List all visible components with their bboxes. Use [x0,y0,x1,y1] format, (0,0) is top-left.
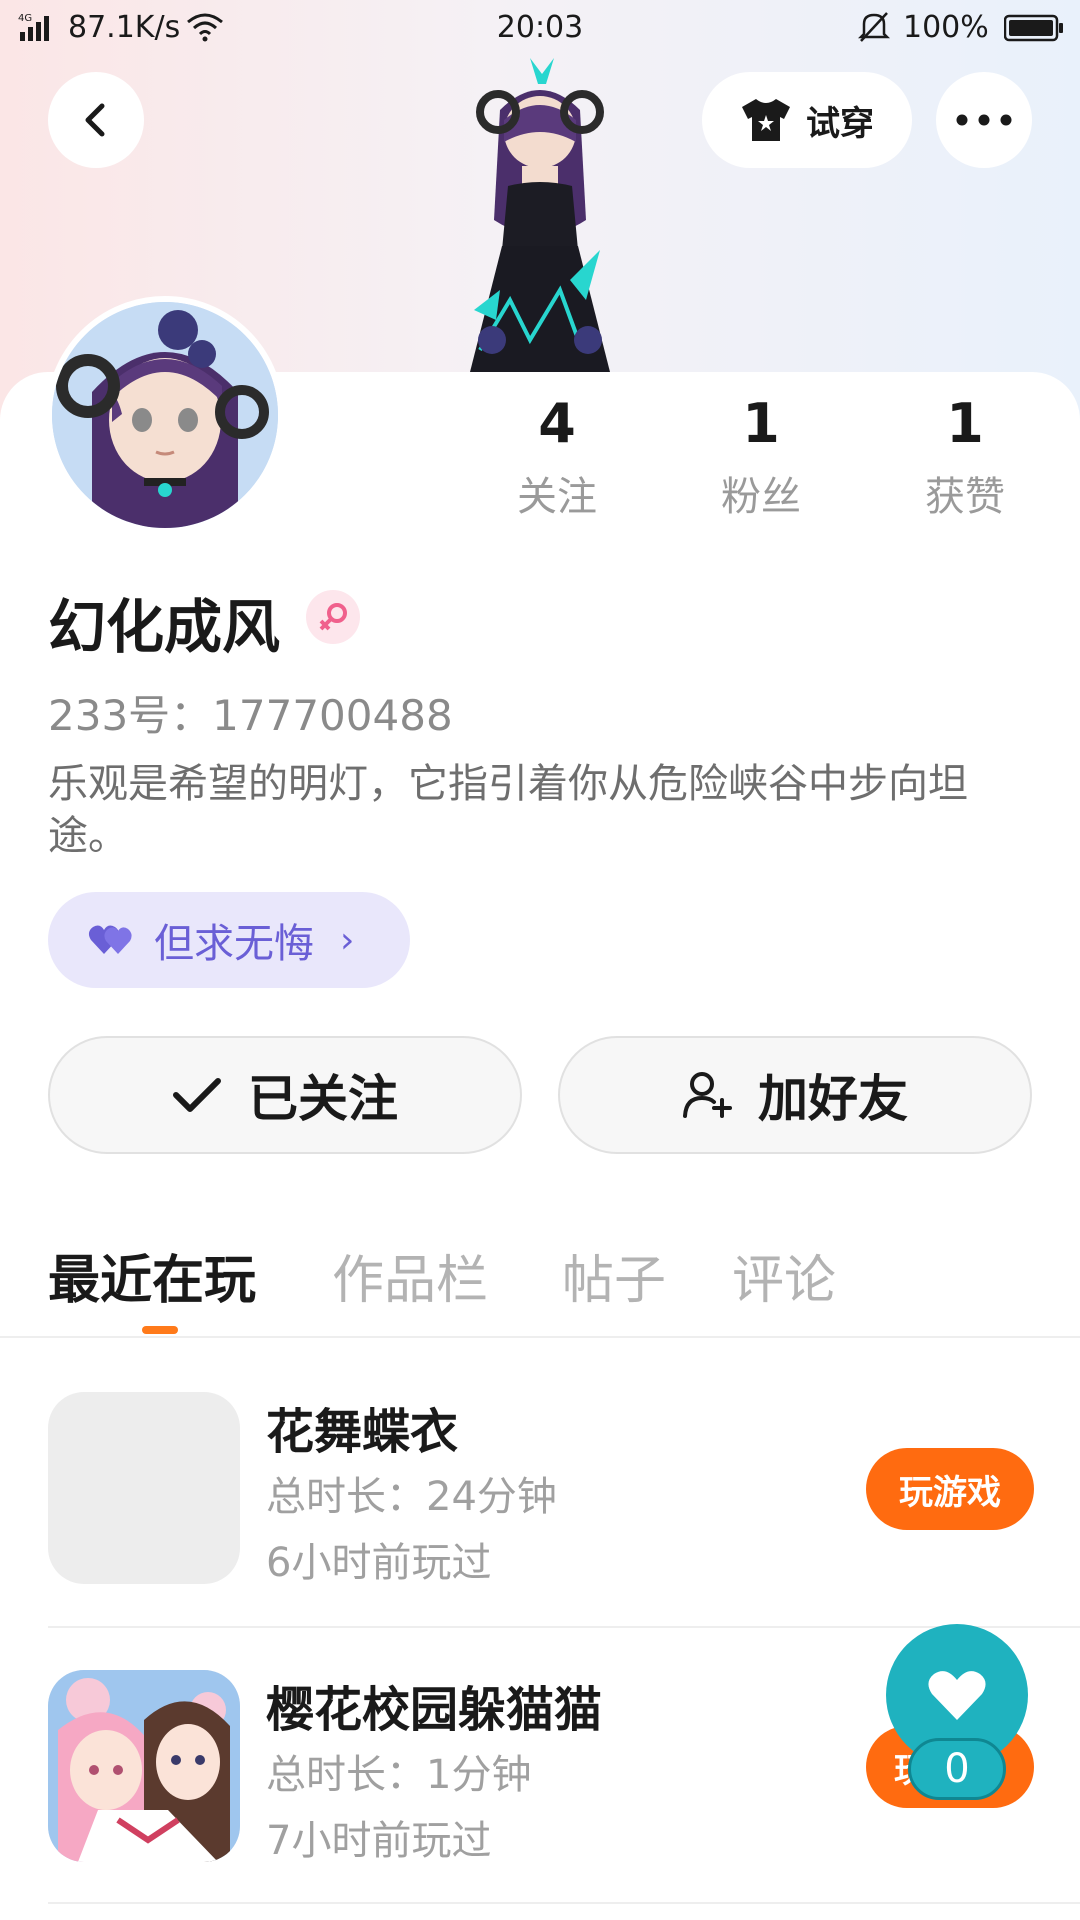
game-title: 樱花校园躲猫猫 [266,1682,603,1738]
chevron-left-icon [85,103,105,137]
play-game-button[interactable]: 玩游戏 [866,1448,1034,1530]
battery-percent: 100% [903,10,989,45]
followed-label: 已关注 [248,1070,398,1128]
likes-count: 1 [946,392,984,455]
user-bio: 乐观是希望的明灯，它指引着你从危险峡谷中步向坦途。 [48,761,968,859]
like-count-badge: 0 [908,1738,1006,1800]
add-friend-label: 加好友 [758,1070,908,1128]
tab-posts[interactable]: 帖子 [562,1238,666,1313]
avatar-portrait [52,302,278,528]
followers-count: 1 [742,392,780,455]
personal-tag-chip[interactable]: 但求无悔 › [48,892,410,988]
tag-label: 但求无悔 [154,921,314,967]
game-title: 花舞蝶衣 [266,1404,459,1460]
likes-label: 获赞 [925,474,1005,520]
try-on-label: 试穿 [806,103,874,144]
add-friend-button[interactable]: 加好友 [558,1036,1032,1154]
tab-comments[interactable]: 评论 [732,1238,836,1313]
followed-button[interactable]: 已关注 [48,1036,522,1154]
double-heart-icon [88,925,132,954]
user-id: 233号：177700488 [48,691,453,740]
list-divider [48,1626,1080,1628]
game-icon [48,1392,240,1584]
content-tabs: 最近在玩 作品栏 帖子 评论 [0,1238,1080,1338]
game-last-played: 7小时前玩过 [266,1818,492,1864]
stat-likes[interactable]: 1 获赞 [880,392,1050,522]
game-icon [48,1670,240,1862]
back-button[interactable] [48,72,144,168]
active-tab-indicator [142,1326,178,1334]
stat-followers[interactable]: 1 粉丝 [676,392,846,522]
try-on-button[interactable]: 试穿 [702,72,912,168]
tab-recently-played[interactable]: 最近在玩 [48,1238,256,1313]
following-label: 关注 [517,474,597,520]
mute-bell-icon [858,12,890,42]
game-duration: 总时长：1分钟 [266,1752,532,1798]
game-cover-art [48,1670,240,1862]
avatar[interactable] [46,296,284,534]
gender-badge [306,590,360,644]
checkmark-icon [173,1078,221,1112]
female-symbol-icon [319,603,347,631]
chevron-right-icon: › [340,919,355,961]
more-dots-icon [956,114,1012,126]
battery-icon [1004,14,1063,42]
following-count: 4 [538,392,576,455]
stat-following[interactable]: 4 关注 [472,392,642,522]
followers-label: 粉丝 [721,474,801,520]
list-divider [48,1902,1080,1904]
heart-icon [928,1671,986,1720]
list-item[interactable]: 花舞蝶衣 总时长：24分钟 6小时前玩过 玩游戏 [0,1392,1080,1642]
tshirt-icon [742,99,790,141]
add-user-icon [683,1072,732,1118]
tab-works[interactable]: 作品栏 [332,1238,488,1313]
more-options-button[interactable] [936,72,1032,168]
game-last-played: 6小时前玩过 [266,1540,492,1586]
game-duration: 总时长：24分钟 [266,1474,557,1520]
avatar-3d-figure [470,58,610,372]
username: 幻化成风 [48,593,281,661]
tabs-divider [0,1336,1080,1338]
status-bar: 4G 87.1K/s 20:03 100% [0,0,1080,56]
